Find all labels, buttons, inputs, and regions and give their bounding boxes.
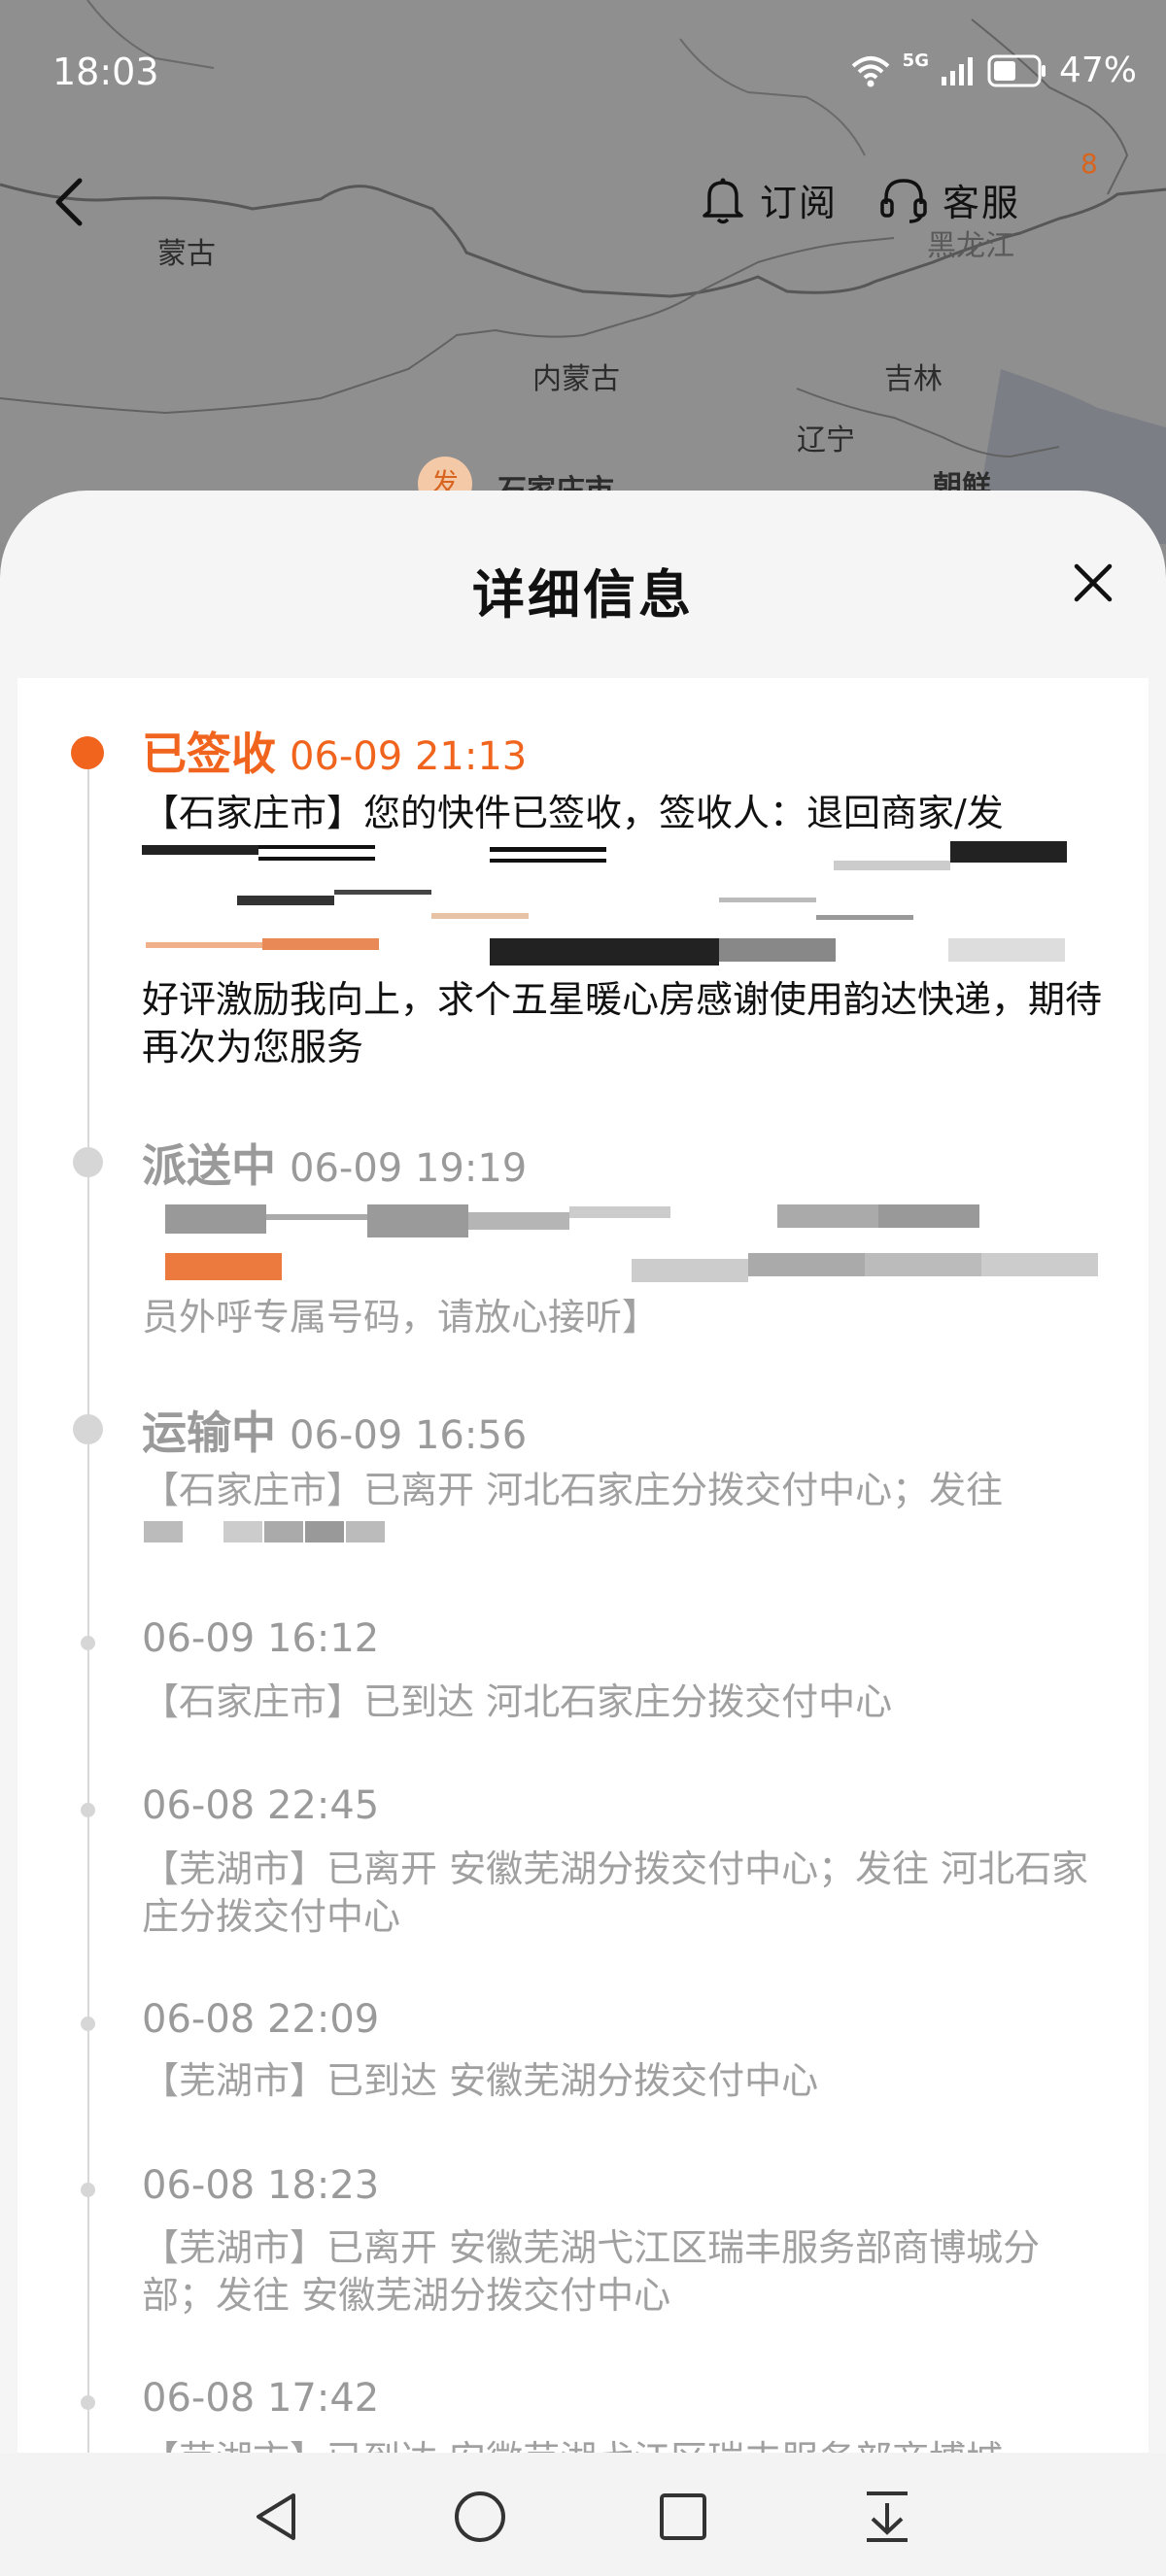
map-label-heilongjiang: 黑龙江: [927, 229, 1014, 263]
timeline-time: 06-08 22:09: [142, 1997, 380, 2042]
wifi-icon: [851, 55, 889, 86]
timeline-head: 06-09 16:12: [142, 1616, 379, 1661]
headset-icon: [880, 178, 927, 223]
status-icons: 5G 47%: [850, 51, 1137, 90]
timeline-head: 06-08 17:42: [142, 2376, 379, 2421]
customer-service-button[interactable]: 客服: [878, 173, 1020, 226]
timeline-head: 运输中 06-09 16:56: [142, 1398, 527, 1462]
timeline-text: 【石家庄市】已离开 河北石家庄分拨交付中心；发往: [142, 1469, 1004, 1511]
timeline-time: 06-09 16:56: [290, 1413, 528, 1458]
timeline-dot-active: [71, 736, 104, 769]
timeline-line: [87, 753, 89, 2453]
status-bar: 18:03 5G 47%: [0, 0, 1166, 146]
timeline-time: 06-09 21:13: [290, 734, 528, 779]
timeline-head: 06-08 22:45: [142, 1783, 379, 1828]
chevron-left-icon[interactable]: [47, 173, 89, 231]
timeline-time: 06-09 19:19: [290, 1146, 528, 1191]
timeline-dot: [81, 1636, 95, 1650]
timeline-status: 派送中: [142, 1139, 276, 1192]
timeline-dot: [81, 2017, 95, 2031]
timeline-text: 【石家庄市】您的快件已签收，签收人：退回商家/发: [142, 792, 1004, 834]
timeline-text: 好评激励我向上，求个五星暖心房感谢使用韵达快递，期待再次为您服务: [142, 978, 1103, 1068]
map-label-jilin: 吉林: [884, 362, 943, 396]
timeline-text: 员外呼专属号码，请放心接听】: [142, 1296, 660, 1339]
network-type: 5G: [902, 51, 929, 71]
square-recents-icon[interactable]: [659, 2490, 707, 2544]
redacted-content: [142, 1515, 1104, 1554]
timeline-status: 运输中: [142, 1407, 276, 1459]
battery-icon: [987, 54, 1046, 86]
subscribe-button[interactable]: 订阅: [700, 173, 838, 226]
close-icon[interactable]: [1071, 560, 1115, 605]
battery-percent: 47%: [1058, 51, 1137, 90]
redacted-content: [142, 841, 1104, 977]
timeline-head: 06-08 22:09: [142, 1997, 379, 2042]
timeline-dot: [73, 1414, 103, 1444]
map-label-liaoning: 辽宁: [797, 424, 855, 458]
timeline-text: 【芜湖市】已离开 安徽芜湖分拨交付中心；发往 河北石家庄分拨交付中心: [142, 1847, 1089, 1938]
timeline-text: 【石家庄市】已到达 河北石家庄分拨交付中心: [142, 1680, 893, 1723]
timeline-time: 06-09 16:12: [142, 1616, 380, 1661]
map-label-inner-mongolia: 内蒙古: [532, 362, 620, 396]
service-label: 客服: [943, 182, 1021, 224]
sheet-title: 详细信息: [472, 564, 694, 626]
timeline-dot: [81, 1803, 95, 1817]
bell-icon: [703, 178, 743, 223]
timeline-time: 06-08 18:23: [142, 2163, 380, 2208]
circle-home-icon[interactable]: [453, 2490, 507, 2544]
timeline-text: 【芜湖市】已离开 安徽芜湖弋江区瑞丰服务部商博城分部；发往 安徽芜湖分拨交付中心: [142, 2226, 1041, 2317]
timeline-dot: [81, 2395, 95, 2410]
map-corner-badge: 8: [1080, 148, 1098, 180]
timeline-time: 06-08 22:45: [142, 1783, 380, 1828]
signal-icon: [941, 56, 973, 85]
system-navigation-bar: [0, 2453, 1166, 2576]
status-time: 18:03: [52, 51, 159, 93]
triangle-back-icon[interactable]: [251, 2490, 299, 2544]
timeline-text: 【芜湖市】已到达 安徽芜湖分拨交付中心: [142, 2059, 819, 2102]
timeline-dot: [81, 2183, 95, 2197]
timeline-head: 派送中 06-09 19:19: [142, 1131, 527, 1195]
timeline-head: 已签收 06-09 21:13: [142, 719, 527, 783]
map-label-mongolia: 蒙古: [157, 237, 216, 271]
timeline-head: 06-08 18:23: [142, 2163, 379, 2208]
redacted-content: [142, 1201, 1104, 1288]
timeline-dot: [73, 1147, 103, 1177]
timeline-status: 已签收: [142, 728, 276, 780]
pull-down-icon[interactable]: [863, 2490, 911, 2544]
timeline-time: 06-08 17:42: [142, 2376, 380, 2421]
subscribe-label: 订阅: [760, 182, 839, 224]
